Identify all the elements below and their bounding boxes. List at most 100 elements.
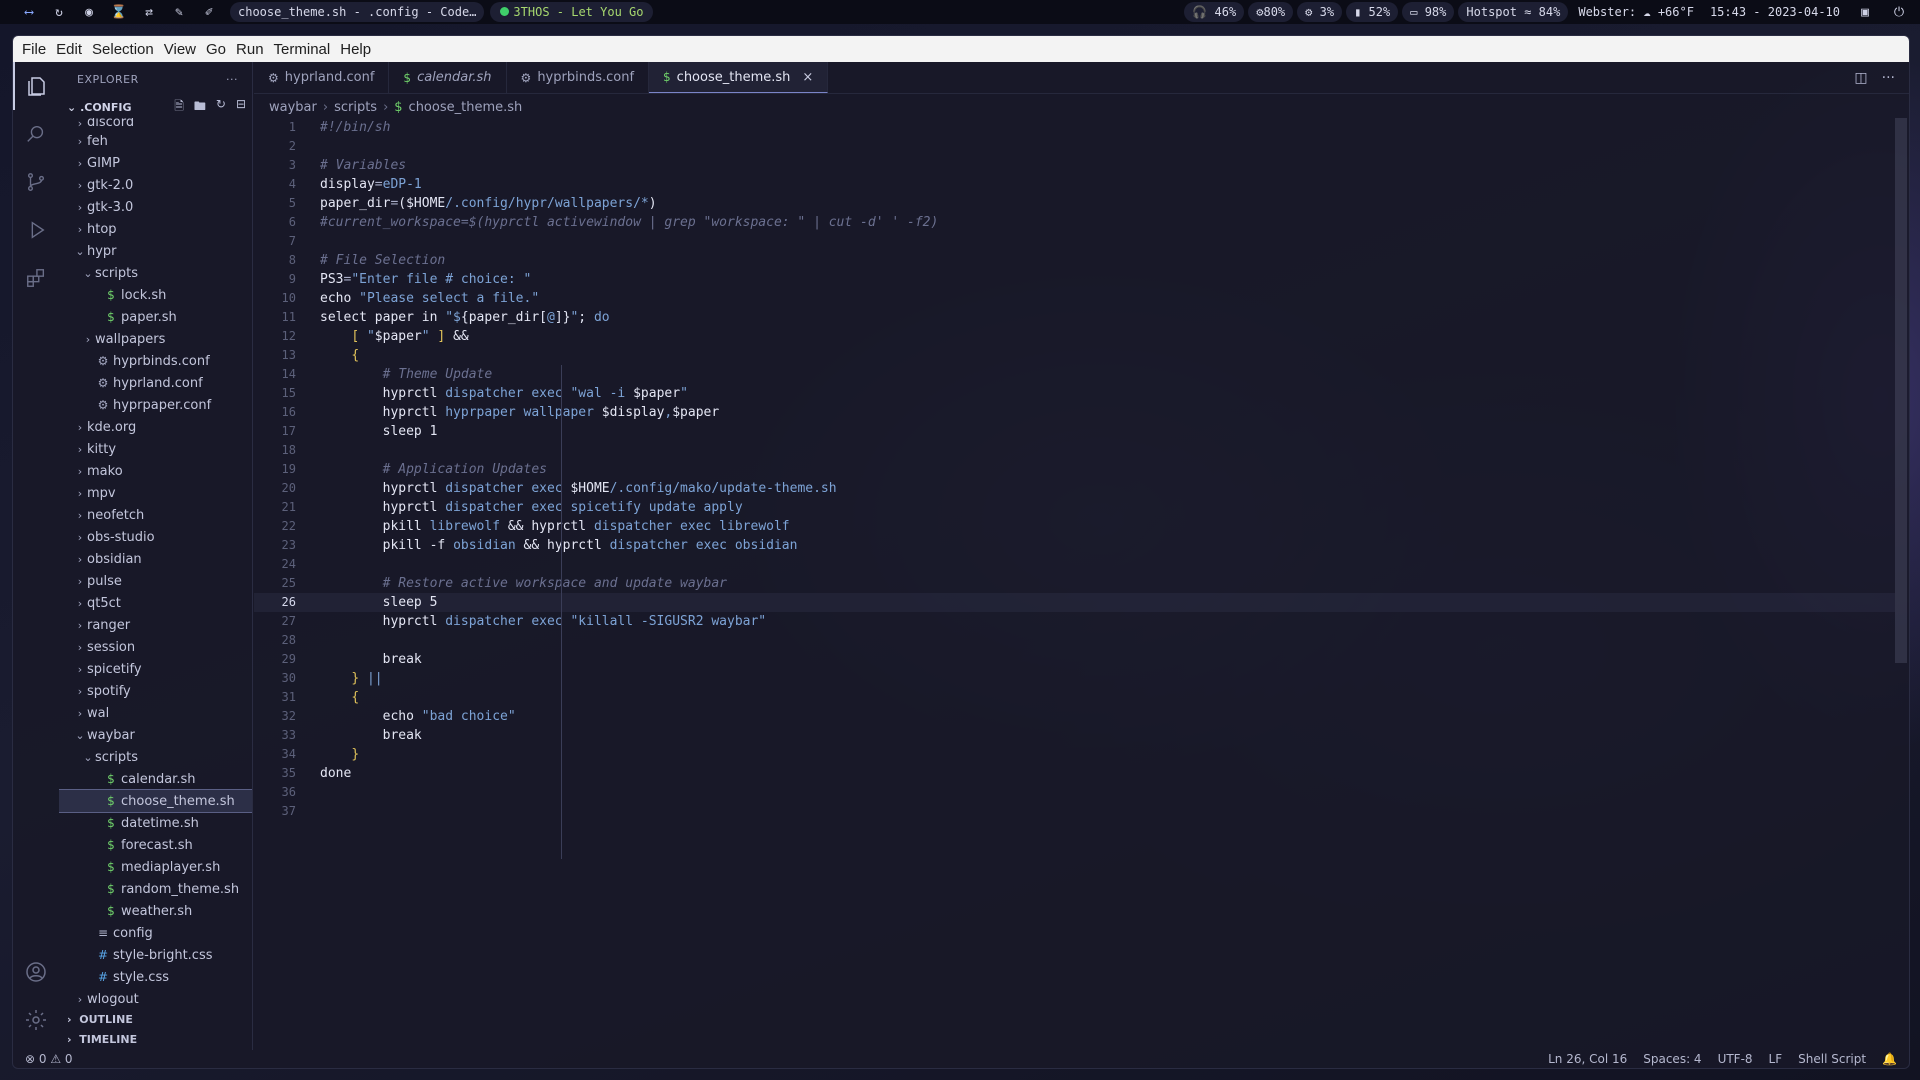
- power-icon[interactable]: ⏻: [1884, 0, 1914, 24]
- hourglass-icon[interactable]: ⌛: [104, 0, 134, 24]
- refresh-icon[interactable]: ↻: [44, 0, 74, 24]
- tree-item[interactable]: $ calendar.sh: [59, 768, 252, 790]
- code-line[interactable]: 32 echo "bad choice": [254, 707, 1895, 726]
- editor-scrollbar[interactable]: [1895, 118, 1907, 663]
- code-line[interactable]: 3 # Variables: [254, 156, 1895, 175]
- split-editor-icon[interactable]: ◫: [1854, 70, 1867, 86]
- menu-help[interactable]: Help: [335, 41, 376, 58]
- tree-item[interactable]: › wlogout: [59, 988, 252, 1008]
- code-line[interactable]: 31 {: [254, 688, 1895, 707]
- new-folder-icon[interactable]: 🖿: [194, 97, 206, 118]
- collapse-all-icon[interactable]: ⊟: [236, 97, 246, 118]
- tab-hyprbinds-conf[interactable]: ⚙ hyprbinds.conf: [507, 62, 650, 93]
- battery-widget[interactable]: ▭ 98%: [1402, 2, 1455, 22]
- tree-item[interactable]: # style.css: [59, 966, 252, 988]
- tree-item[interactable]: $ paper.sh: [59, 306, 252, 328]
- code-line[interactable]: 7: [254, 232, 1895, 251]
- tree-item[interactable]: › mpv: [59, 482, 252, 504]
- tree-item[interactable]: $ choose_theme.sh: [59, 789, 252, 813]
- refresh-explorer-icon[interactable]: ↻: [216, 97, 226, 118]
- search-icon[interactable]: [13, 110, 59, 158]
- tree-item[interactable]: › wallpapers: [59, 328, 252, 350]
- network-widget[interactable]: Hotspot ≈ 84%: [1458, 2, 1569, 22]
- code-line[interactable]: 22 pkill librewolf && hyprctl dispatcher…: [254, 517, 1895, 536]
- code-line[interactable]: 6 #current_workspace=$(hyprctl activewind…: [254, 213, 1895, 232]
- tree-item[interactable]: ⌄ waybar: [59, 724, 252, 746]
- code-line[interactable]: 20 hyprctl dispatcher exec $HOME/.config…: [254, 479, 1895, 498]
- run-debug-icon[interactable]: [13, 206, 59, 254]
- tree-item[interactable]: › qt5ct: [59, 592, 252, 614]
- breadcrumb-scripts[interactable]: scripts: [334, 100, 377, 115]
- tree-item[interactable]: ⌄ hypr: [59, 240, 252, 262]
- tree-item[interactable]: ⚙ hyprbinds.conf: [59, 350, 252, 372]
- new-file-icon[interactable]: 🗎: [174, 97, 184, 118]
- tree-item[interactable]: › session: [59, 636, 252, 658]
- code-editor[interactable]: 1 #!/bin/sh 2 3 # Variables 4 display=eDP-1 5 pa…: [254, 118, 1895, 878]
- explorer-icon[interactable]: [13, 62, 59, 110]
- code-line[interactable]: 11 select paper in "${paper_dir[@]}"; do: [254, 308, 1895, 327]
- cpu-usage-widget[interactable]: ⚙ 3%: [1297, 2, 1343, 22]
- code-line[interactable]: 28: [254, 631, 1895, 650]
- code-line[interactable]: 9 PS3="Enter file # choice: ": [254, 270, 1895, 289]
- tree-item[interactable]: $ random_theme.sh: [59, 878, 252, 900]
- pen-icon[interactable]: ✎: [164, 0, 194, 24]
- tree-item[interactable]: › obsidian: [59, 548, 252, 570]
- tree-item[interactable]: $ mediaplayer.sh: [59, 856, 252, 878]
- tree-item[interactable]: ⚙ hyprland.conf: [59, 372, 252, 394]
- tree-item[interactable]: › feh: [59, 130, 252, 152]
- shuffle-icon[interactable]: ⇄: [134, 0, 164, 24]
- code-line[interactable]: 21 hyprctl dispatcher exec spicetify upd…: [254, 498, 1895, 517]
- language-mode[interactable]: Shell Script: [1798, 1052, 1866, 1066]
- code-line[interactable]: 26 sleep 5: [254, 593, 1895, 612]
- code-line[interactable]: 30 } ||: [254, 669, 1895, 688]
- settings-gear-icon[interactable]: [13, 996, 59, 1044]
- code-line[interactable]: 37: [254, 802, 1895, 821]
- notification-icon[interactable]: ▣: [1850, 0, 1880, 24]
- tree-item[interactable]: ≡ config: [59, 922, 252, 944]
- cpu-temp-widget[interactable]: ⚙80%: [1248, 2, 1294, 22]
- code-line[interactable]: 8 # File Selection: [254, 251, 1895, 270]
- menu-selection[interactable]: Selection: [87, 41, 159, 58]
- tree-item[interactable]: $ forecast.sh: [59, 834, 252, 856]
- breadcrumb-waybar[interactable]: waybar: [269, 100, 317, 115]
- tree-item[interactable]: › spotify: [59, 680, 252, 702]
- code-line[interactable]: 5 paper_dir=($HOME/.config/hypr/wallpaper…: [254, 194, 1895, 213]
- code-line[interactable]: 33 break: [254, 726, 1895, 745]
- source-control-icon[interactable]: [13, 158, 59, 206]
- clock-widget[interactable]: 15:43 - 2023-04-10: [1704, 2, 1846, 22]
- code-line[interactable]: 1 #!/bin/sh: [254, 118, 1895, 137]
- code-line[interactable]: 27 hyprctl dispatcher exec "killall -SIG…: [254, 612, 1895, 631]
- tree-item[interactable]: › spicetify: [59, 658, 252, 680]
- code-line[interactable]: 12 [ "$paper" ] &&: [254, 327, 1895, 346]
- tree-item[interactable]: $ datetime.sh: [59, 812, 252, 834]
- brush-icon[interactable]: ✐: [194, 0, 224, 24]
- cursor-position[interactable]: Ln 26, Col 16: [1548, 1052, 1627, 1066]
- tree-item[interactable]: › kde.org: [59, 416, 252, 438]
- code-line[interactable]: 23 pkill -f obsidian && hyprctl dispatch…: [254, 536, 1895, 555]
- tab-calendar-sh[interactable]: $ calendar.sh: [389, 62, 507, 93]
- tree-item[interactable]: › wal: [59, 702, 252, 724]
- timeline-section[interactable]: › TIMELINE: [59, 1028, 253, 1050]
- tree-item[interactable]: › discord: [59, 118, 252, 130]
- code-line[interactable]: 13 {: [254, 346, 1895, 365]
- code-line[interactable]: 4 display=eDP-1: [254, 175, 1895, 194]
- breadcrumb-file[interactable]: choose_theme.sh: [409, 100, 523, 115]
- tree-item[interactable]: $ lock.sh: [59, 284, 252, 306]
- code-line[interactable]: 16 hyprctl hyprpaper wallpaper $display,…: [254, 403, 1895, 422]
- code-line[interactable]: 34 }: [254, 745, 1895, 764]
- tree-item[interactable]: ⌄ scripts: [59, 746, 252, 768]
- code-line[interactable]: 17 sleep 1: [254, 422, 1895, 441]
- code-line[interactable]: 14 # Theme Update: [254, 365, 1895, 384]
- bell-icon[interactable]: 🔔: [1882, 1052, 1897, 1066]
- menu-run[interactable]: Run: [231, 41, 269, 58]
- code-line[interactable]: 10 echo "Please select a file.": [254, 289, 1895, 308]
- tree-item[interactable]: ⌄ scripts: [59, 262, 252, 284]
- code-line[interactable]: 2: [254, 137, 1895, 156]
- close-icon[interactable]: ×: [802, 70, 813, 85]
- tree-item[interactable]: › ranger: [59, 614, 252, 636]
- tree-item[interactable]: $ weather.sh: [59, 900, 252, 922]
- end-of-line[interactable]: LF: [1769, 1052, 1783, 1066]
- menu-go[interactable]: Go: [201, 41, 231, 58]
- menu-edit[interactable]: Edit: [51, 41, 87, 58]
- editor-more-icon[interactable]: ···: [1882, 70, 1895, 86]
